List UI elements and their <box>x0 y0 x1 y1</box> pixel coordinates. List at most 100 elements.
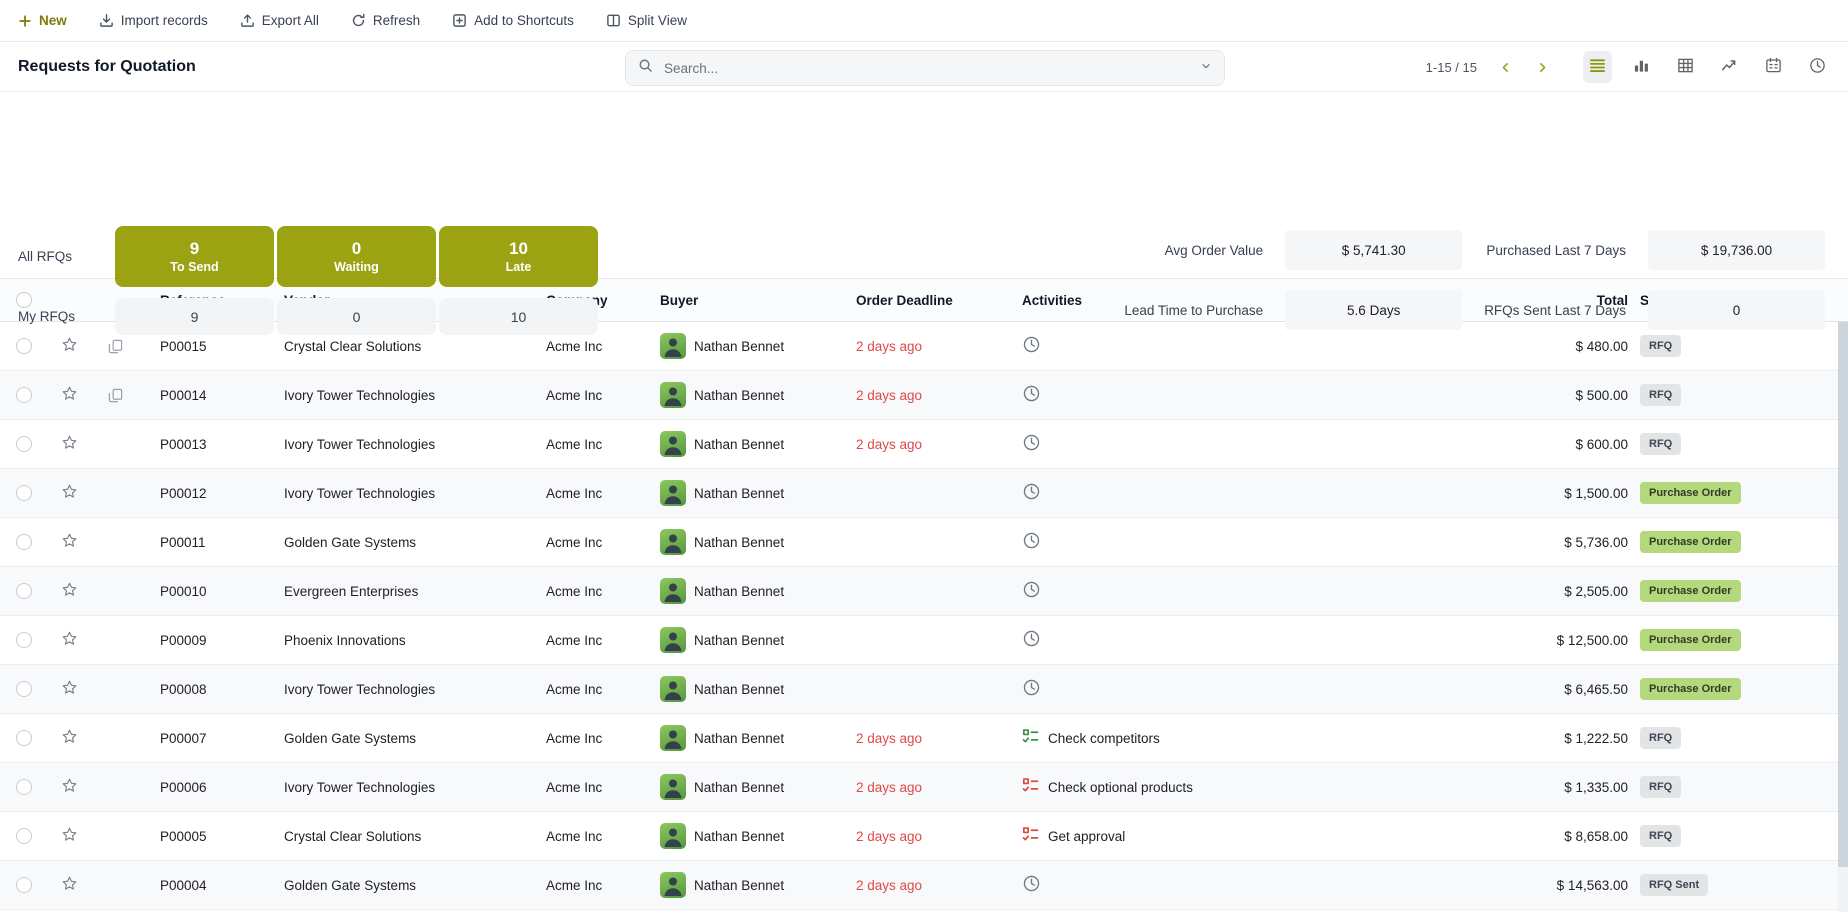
activity-checklist-icon[interactable] <box>1022 777 1039 797</box>
row-checkbox[interactable] <box>16 779 32 795</box>
list-view-button[interactable] <box>1583 51 1612 83</box>
row-checkbox[interactable] <box>16 828 32 844</box>
bar-chart-view-button[interactable] <box>1627 51 1656 83</box>
export-all-button[interactable]: Export All <box>240 13 319 28</box>
activity-cell[interactable] <box>1002 580 1288 602</box>
favorite-star-button[interactable] <box>61 581 78 601</box>
copy-icon[interactable] <box>108 388 123 403</box>
vertical-scrollbar[interactable] <box>1838 322 1848 912</box>
row-checkbox[interactable] <box>16 877 32 893</box>
line-chart-view-button[interactable] <box>1715 51 1744 83</box>
table-row[interactable]: P00014 Ivory Tower Technologies Acme Inc… <box>0 371 1848 420</box>
reference-cell[interactable]: P00009 <box>140 633 264 648</box>
activity-cell[interactable] <box>1002 629 1288 651</box>
reference-cell[interactable]: P00007 <box>140 731 264 746</box>
activity-clock-icon[interactable] <box>1022 433 1041 455</box>
table-row[interactable]: P00004 Golden Gate Systems Acme Inc Nath… <box>0 861 1848 910</box>
pager-next-button[interactable] <box>1532 59 1553 76</box>
row-checkbox[interactable] <box>16 681 32 697</box>
reference-cell[interactable]: P00004 <box>140 878 264 893</box>
kpi-card-my-late[interactable]: 10 <box>439 298 598 335</box>
reference-cell[interactable]: P00015 <box>140 339 264 354</box>
pager-prev-button[interactable] <box>1495 59 1516 76</box>
activity-cell[interactable]: Check competitors <box>1002 728 1288 748</box>
table-row[interactable]: P00009 Phoenix Innovations Acme Inc Nath… <box>0 616 1848 665</box>
table-row[interactable]: P00010 Evergreen Enterprises Acme Inc Na… <box>0 567 1848 616</box>
activity-cell[interactable]: Get approval <box>1002 826 1288 846</box>
favorite-star-button[interactable] <box>61 532 78 552</box>
add-to-shortcuts-button[interactable]: Add to Shortcuts <box>452 13 574 28</box>
row-checkbox[interactable] <box>16 583 32 599</box>
header-order-deadline[interactable]: Order Deadline <box>836 293 1002 308</box>
favorite-star-button[interactable] <box>61 385 78 405</box>
table-row[interactable]: P00007 Golden Gate Systems Acme Inc Nath… <box>0 714 1848 763</box>
favorite-star-button[interactable] <box>61 336 78 356</box>
kpi-card-waiting[interactable]: 0 Waiting <box>277 226 436 287</box>
kpi-card-to-send[interactable]: 9 To Send <box>115 226 274 287</box>
row-checkbox[interactable] <box>16 485 32 501</box>
activity-cell[interactable]: Check optional products <box>1002 777 1288 797</box>
row-checkbox[interactable] <box>16 338 32 354</box>
activity-clock-icon[interactable] <box>1022 335 1041 357</box>
row-checkbox[interactable] <box>16 730 32 746</box>
row-checkbox[interactable] <box>16 436 32 452</box>
kpi-card-my-waiting[interactable]: 0 <box>277 298 436 335</box>
activity-clock-icon[interactable] <box>1022 482 1041 504</box>
scrollbar-thumb[interactable] <box>1838 322 1848 867</box>
activity-cell[interactable] <box>1002 678 1288 700</box>
table-row[interactable]: P00011 Golden Gate Systems Acme Inc Nath… <box>0 518 1848 567</box>
reference-cell[interactable]: P00005 <box>140 829 264 844</box>
search-input[interactable] <box>662 60 1191 77</box>
favorite-star-button[interactable] <box>61 777 78 797</box>
activity-cell[interactable] <box>1002 335 1288 357</box>
favorite-star-button[interactable] <box>61 483 78 503</box>
table-row[interactable]: P00008 Ivory Tower Technologies Acme Inc… <box>0 665 1848 714</box>
new-button[interactable]: New <box>18 13 67 28</box>
activity-clock-icon[interactable] <box>1022 874 1041 896</box>
pivot-view-button[interactable] <box>1671 51 1700 83</box>
row-checkbox[interactable] <box>16 387 32 403</box>
favorite-star-button[interactable] <box>61 875 78 895</box>
activity-clock-icon[interactable] <box>1022 629 1041 651</box>
table-row[interactable]: P00012 Ivory Tower Technologies Acme Inc… <box>0 469 1848 518</box>
activity-view-button[interactable] <box>1803 51 1832 83</box>
activity-checklist-icon[interactable] <box>1022 728 1039 748</box>
activity-cell[interactable] <box>1002 433 1288 455</box>
table-row[interactable]: P00013 Ivory Tower Technologies Acme Inc… <box>0 420 1848 469</box>
copy-icon[interactable] <box>108 339 123 354</box>
split-view-button[interactable]: Split View <box>606 13 687 28</box>
reference-cell[interactable]: P00006 <box>140 780 264 795</box>
activity-cell[interactable] <box>1002 482 1288 504</box>
favorite-star-button[interactable] <box>61 630 78 650</box>
refresh-button[interactable]: Refresh <box>351 13 420 28</box>
reference-cell[interactable]: P00012 <box>140 486 264 501</box>
reference-cell[interactable]: P00010 <box>140 584 264 599</box>
activity-checklist-icon[interactable] <box>1022 826 1039 846</box>
activity-cell[interactable] <box>1002 874 1288 896</box>
favorite-star-button[interactable] <box>61 826 78 846</box>
reference-cell[interactable]: P00014 <box>140 388 264 403</box>
activity-cell[interactable] <box>1002 384 1288 406</box>
activity-clock-icon[interactable] <box>1022 678 1041 700</box>
reference-cell[interactable]: P00008 <box>140 682 264 697</box>
reference-cell[interactable]: P00013 <box>140 437 264 452</box>
favorite-star-button[interactable] <box>61 679 78 699</box>
search-bar[interactable] <box>625 50 1225 86</box>
kpi-card-my-to-send[interactable]: 9 <box>115 298 274 335</box>
activity-clock-icon[interactable] <box>1022 531 1041 553</box>
activity-clock-icon[interactable] <box>1022 580 1041 602</box>
header-buyer[interactable]: Buyer <box>640 293 836 308</box>
chevron-down-icon[interactable] <box>1200 59 1212 77</box>
kpi-card-late[interactable]: 10 Late <box>439 226 598 287</box>
favorite-star-button[interactable] <box>61 728 78 748</box>
activity-clock-icon[interactable] <box>1022 384 1041 406</box>
reference-cell[interactable]: P00011 <box>140 535 264 550</box>
table-row[interactable]: P00005 Crystal Clear Solutions Acme Inc … <box>0 812 1848 861</box>
row-checkbox[interactable] <box>16 632 32 648</box>
calendar-view-button[interactable] <box>1759 51 1788 83</box>
import-records-button[interactable]: Import records <box>99 13 208 28</box>
activity-cell[interactable] <box>1002 531 1288 553</box>
favorite-star-button[interactable] <box>61 434 78 454</box>
row-checkbox[interactable] <box>16 534 32 550</box>
table-row[interactable]: P00006 Ivory Tower Technologies Acme Inc… <box>0 763 1848 812</box>
